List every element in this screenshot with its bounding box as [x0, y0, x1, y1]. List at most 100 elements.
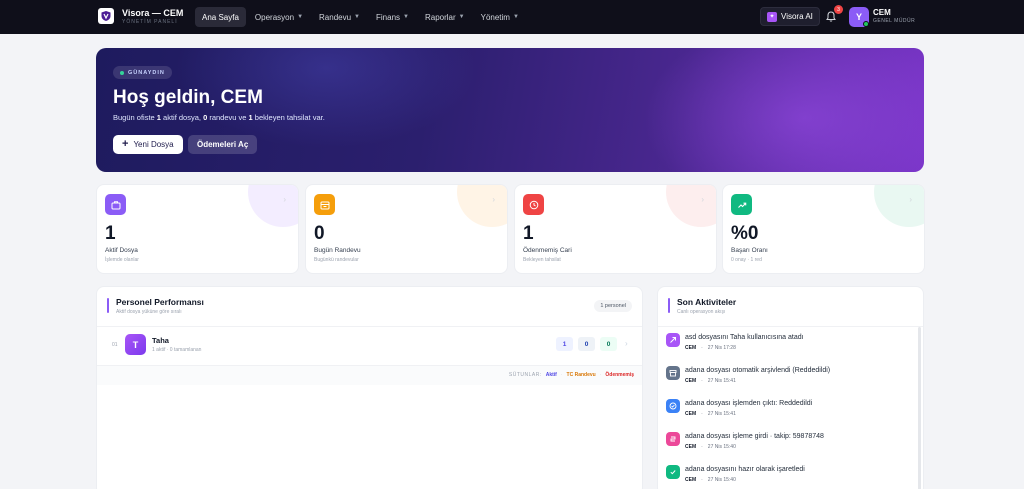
sparkle-icon: ✦: [767, 11, 777, 22]
chevron-right-icon: ›: [701, 195, 704, 204]
welcome-title: Hoş geldin, CEM: [113, 87, 263, 108]
summary-text: aktif dosya,: [160, 113, 204, 122]
greeting-badge: GÜNAYDIN: [113, 66, 172, 79]
divider: [658, 326, 923, 327]
meta-separator: ·: [701, 378, 703, 384]
stat-card-today-appointments[interactable]: › 0 Bugün Randevu Bugünkü randevular: [305, 184, 508, 274]
panel-accent-bar: [107, 298, 109, 313]
meta-separator: ·: [701, 477, 703, 483]
meta-separator: ·: [701, 411, 703, 417]
staff-rank: 01: [112, 342, 118, 348]
stat-card-active-files[interactable]: › 1 Aktif Dosya İşlemde olanlar: [96, 184, 299, 274]
activity-time: 27 Nis 15:41: [707, 378, 736, 384]
appointment-count-cell: 0: [578, 337, 595, 351]
trend-up-icon: [737, 202, 746, 208]
menu-item-label: Operasyon: [254, 12, 295, 22]
activity-time: 27 Nis 15:41: [707, 411, 736, 417]
stat-label: Aktif Dosya: [105, 247, 138, 254]
card-decoration: [874, 185, 924, 227]
menu-item-yonetim[interactable]: Yönetim ▼: [474, 7, 526, 27]
menu-item-label: Yönetim: [480, 12, 510, 22]
chevron-down-icon: ▼: [458, 14, 465, 20]
user-name[interactable]: CEM: [873, 8, 891, 17]
meta-separator: ·: [701, 345, 703, 351]
stat-label: Bugün Randevu: [314, 247, 361, 254]
activity-text: adana dosyası işlemden çıktı: Reddedildi: [685, 400, 813, 407]
menu-item-raporlar[interactable]: Raporlar ▼: [418, 7, 472, 27]
chevron-right-icon: ›: [492, 195, 495, 204]
plus-icon: +: [122, 138, 129, 150]
activity-text: adana dosyasını hazır olarak işaretledi: [685, 466, 805, 473]
stat-subtitle: Bugünkü randevular: [314, 257, 359, 263]
stat-card-success-rate[interactable]: › %0 Başarı Oranı 0 onay · 1 red: [722, 184, 925, 274]
stat-label: Ödenmemiş Cari: [523, 247, 572, 254]
unpaid-count-cell: 0: [600, 337, 617, 351]
chevron-down-icon: ▼: [512, 14, 519, 20]
card-decoration: [666, 185, 716, 227]
activity-user: CEM: [685, 411, 697, 417]
activity-item[interactable]: adana dosyası otomatik arşivlendi (Redde…: [666, 364, 911, 394]
legend-separator: ·: [560, 372, 563, 378]
column-legend: SÜTUNLAR: Aktif · TC Randevu · Ödenmemiş: [509, 372, 634, 378]
activity-meta: CEM · 27 Nis 17:28: [685, 345, 736, 351]
menu-item-finans[interactable]: Finans ▼: [369, 7, 416, 27]
app-logo[interactable]: [98, 8, 114, 24]
staff-row[interactable]: 01 T Taha 1 aktif · 0 tamamlanan 1 0 0 ›: [97, 328, 642, 362]
online-status-dot: [863, 21, 869, 27]
main-menu: Ana Sayfa Operasyon ▼ Randevu ▼ Finans ▼ Ra…: [195, 7, 526, 27]
shield-logo-icon: [101, 11, 111, 21]
stat-icon-box: [314, 194, 335, 215]
check-icon: [670, 470, 676, 475]
card-decoration: [248, 185, 298, 227]
archive-icon: [669, 370, 677, 377]
visora-ai-button[interactable]: ✦ Visora AI: [760, 7, 820, 26]
stat-value: 1: [105, 223, 116, 244]
calendar-icon: [320, 201, 329, 209]
chevron-right-icon: ›: [283, 195, 286, 204]
activity-item[interactable]: adana dosyasını hazır olarak işaretledi …: [666, 463, 911, 489]
stat-icon-box: [105, 194, 126, 215]
summary-text: randevu ve: [207, 113, 249, 122]
open-payments-button[interactable]: Ödemeleri Aç: [188, 135, 258, 154]
new-file-button[interactable]: + Yeni Dosya: [113, 135, 183, 154]
active-count-cell: 1: [556, 337, 573, 351]
menu-item-operasyon[interactable]: Operasyon ▼: [248, 7, 310, 27]
legend-separator: ·: [599, 372, 602, 378]
notification-badge: 3: [834, 5, 843, 14]
user-role: GENEL MÜDÜR: [873, 18, 916, 24]
legend-appointment: TC Randevu: [566, 372, 596, 378]
process-icon: [670, 436, 676, 442]
activity-icon-box: [666, 432, 680, 446]
legend-title: SÜTUNLAR:: [508, 372, 542, 378]
new-file-label: Yeni Dosya: [133, 140, 174, 149]
activity-user: CEM: [685, 477, 697, 483]
menu-item-label: Ana Sayfa: [202, 12, 239, 22]
assign-icon: [670, 337, 676, 343]
activity-time: 27 Nis 15:40: [707, 444, 736, 450]
activity-user: CEM: [685, 345, 697, 351]
chevron-down-icon: ▼: [354, 14, 360, 20]
activity-item[interactable]: adana dosyası işleme girdi · takip: 5987…: [666, 430, 911, 460]
activity-item[interactable]: adana dosyası işlemden çıktı: Reddedildi…: [666, 397, 911, 427]
stat-value: %0: [731, 223, 759, 244]
menu-item-label: Randevu: [319, 12, 352, 22]
scrollbar[interactable]: [918, 327, 921, 489]
chevron-down-icon: ▼: [403, 14, 409, 20]
activity-user: CEM: [685, 444, 697, 450]
open-payments-label: Ödemeleri Aç: [197, 140, 249, 149]
legend-active: Aktif: [545, 372, 557, 378]
briefcase-icon: [111, 200, 120, 209]
activity-time: 27 Nis 15:40: [707, 477, 736, 483]
menu-item-ana-sayfa[interactable]: Ana Sayfa: [195, 7, 246, 27]
summary-text: bekleyen tahsilat var.: [252, 113, 325, 122]
brand: Visora — CEM YÖNETİM PANELİ: [122, 8, 183, 26]
menu-item-label: Finans: [376, 12, 401, 22]
meta-separator: ·: [701, 444, 703, 450]
activity-user: CEM: [685, 378, 697, 384]
stat-card-unpaid[interactable]: › 1 Ödenmemiş Cari Bekleyen tahsilat: [514, 184, 717, 274]
activity-icon-box: [666, 465, 680, 479]
card-decoration: [457, 185, 507, 227]
menu-item-randevu[interactable]: Randevu ▼: [312, 7, 367, 27]
activity-item[interactable]: asd dosyasını Taha kullanıcısına atadı C…: [666, 331, 911, 361]
staff-name: Taha: [152, 336, 169, 345]
